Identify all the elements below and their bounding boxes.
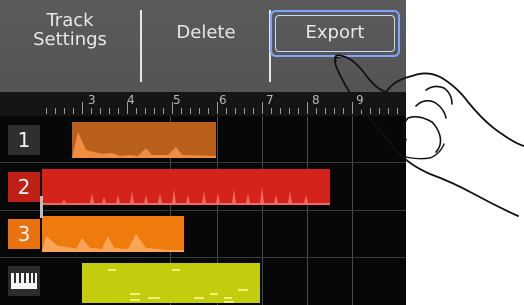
ruler-marker: 8 [312,93,320,107]
track-number-label[interactable]: 1 [8,125,40,155]
audio-region[interactable] [42,169,330,205]
vertical-scroll-handle[interactable] [40,196,43,218]
ruler-tick [136,108,137,114]
ruler-tick [118,108,119,114]
audio-region[interactable] [42,216,184,252]
ruler-marker: 6 [219,93,227,107]
pointing-hand-illustration [333,54,524,217]
ruler-marker: 4 [127,93,135,107]
ruler-tick [91,108,92,114]
ruler-tick [64,108,65,114]
ruler-tick [235,108,236,114]
ruler-tick [208,108,209,114]
ruler-tick [262,102,263,114]
ruler-tick [172,102,173,114]
ruler-tick [244,108,245,114]
waveform [72,132,216,158]
track-settings-button[interactable]: Track Settings [0,0,140,92]
ruler-tick [199,108,200,114]
export-label: Export [305,22,365,43]
track-settings-label-line2: Settings [33,29,107,50]
ruler-tick [280,108,281,114]
keyboard-icon-graphic [11,273,37,289]
midi-notes [108,269,248,303]
ruler-tick [145,108,146,114]
audio-region[interactable] [72,122,216,158]
delete-button[interactable]: Delete [142,0,270,92]
ruler-tick [190,108,191,114]
ruler-tick [316,108,317,114]
ruler-tick [127,102,128,114]
ruler-tick [289,108,290,114]
waveform [42,187,330,205]
track-number-label[interactable]: 2 [8,172,40,202]
ruler-tick [73,108,74,114]
track-row-keyboard[interactable] [0,259,406,303]
ruler-tick [109,108,110,114]
ruler-tick [271,108,272,114]
track-row-3[interactable]: 3 [0,212,406,254]
ruler-tick [226,108,227,114]
ruler-tick [181,108,182,114]
track-number-label[interactable]: 3 [8,219,40,249]
delete-label: Delete [176,22,236,43]
ruler-marker: 3 [88,93,96,107]
keyboard-icon[interactable] [8,266,40,296]
ruler-tick [100,108,101,114]
ruler-tick [163,108,164,114]
ruler-tick [298,108,299,114]
ruler-tick [253,108,254,114]
ruler-tick [55,108,56,114]
ruler-tick [307,102,308,114]
track-divider [0,257,406,258]
ruler-tick [46,108,47,114]
midi-region[interactable] [82,263,260,303]
track-settings-label-line1: Track [46,10,94,31]
ruler-marker: 5 [173,93,181,107]
ruler-marker: 7 [266,93,274,107]
ruler-tick [154,108,155,114]
waveform [42,234,184,252]
ruler-tick [82,102,83,114]
ruler-tick [217,102,218,114]
